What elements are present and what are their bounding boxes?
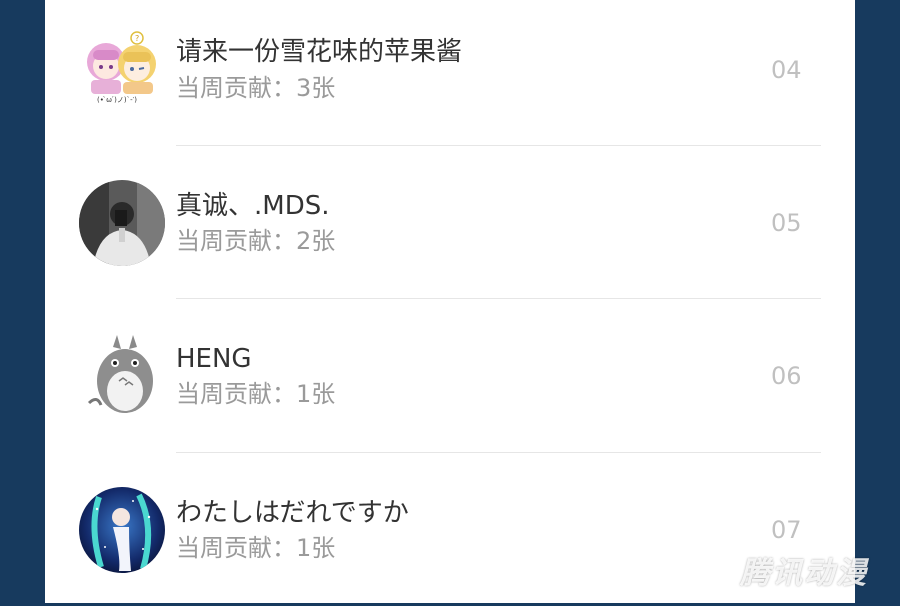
- contributor-name: 真诚、.MDS.: [176, 191, 330, 221]
- list-item[interactable]: わたしはだれですか 当周贡献：1张 07: [45, 453, 855, 606]
- contributor-name: HENG: [176, 344, 252, 374]
- avatar[interactable]: [79, 333, 165, 419]
- contribution-count: 当周贡献：1张: [176, 380, 336, 408]
- svg-text:?: ?: [135, 34, 139, 43]
- list-item[interactable]: 真诚、.MDS. 当周贡献：2张 05: [45, 146, 855, 299]
- avatar-caption: (• ̀ω ́)ノ)`-‵): [97, 96, 137, 104]
- rank-number: 04: [771, 56, 802, 84]
- list-item[interactable]: HENG 当周贡献：1张 06: [45, 299, 855, 452]
- rank-number: 07: [771, 516, 802, 544]
- rank-number: 05: [771, 209, 802, 237]
- contribution-count: 当周贡献：1张: [176, 534, 336, 562]
- contributor-list-card: ? (• ̀ω ́)ノ)`-‵) 请来一份雪花味的苹果酱 当周贡献：3张 04 …: [45, 0, 855, 603]
- contribution-count: 当周贡献：3张: [176, 74, 336, 102]
- contributor-name: わたしはだれですか: [176, 498, 409, 528]
- list-item[interactable]: ? (• ̀ω ́)ノ)`-‵) 请来一份雪花味的苹果酱 当周贡献：3张 04: [45, 0, 855, 146]
- watermark-logo: 腾讯动漫: [740, 556, 868, 591]
- avatar[interactable]: [79, 487, 165, 573]
- avatar[interactable]: [79, 180, 165, 266]
- rank-number: 06: [771, 362, 802, 390]
- contribution-count: 当周贡献：2张: [176, 227, 336, 255]
- contributor-name: 请来一份雪花味的苹果酱: [176, 37, 463, 67]
